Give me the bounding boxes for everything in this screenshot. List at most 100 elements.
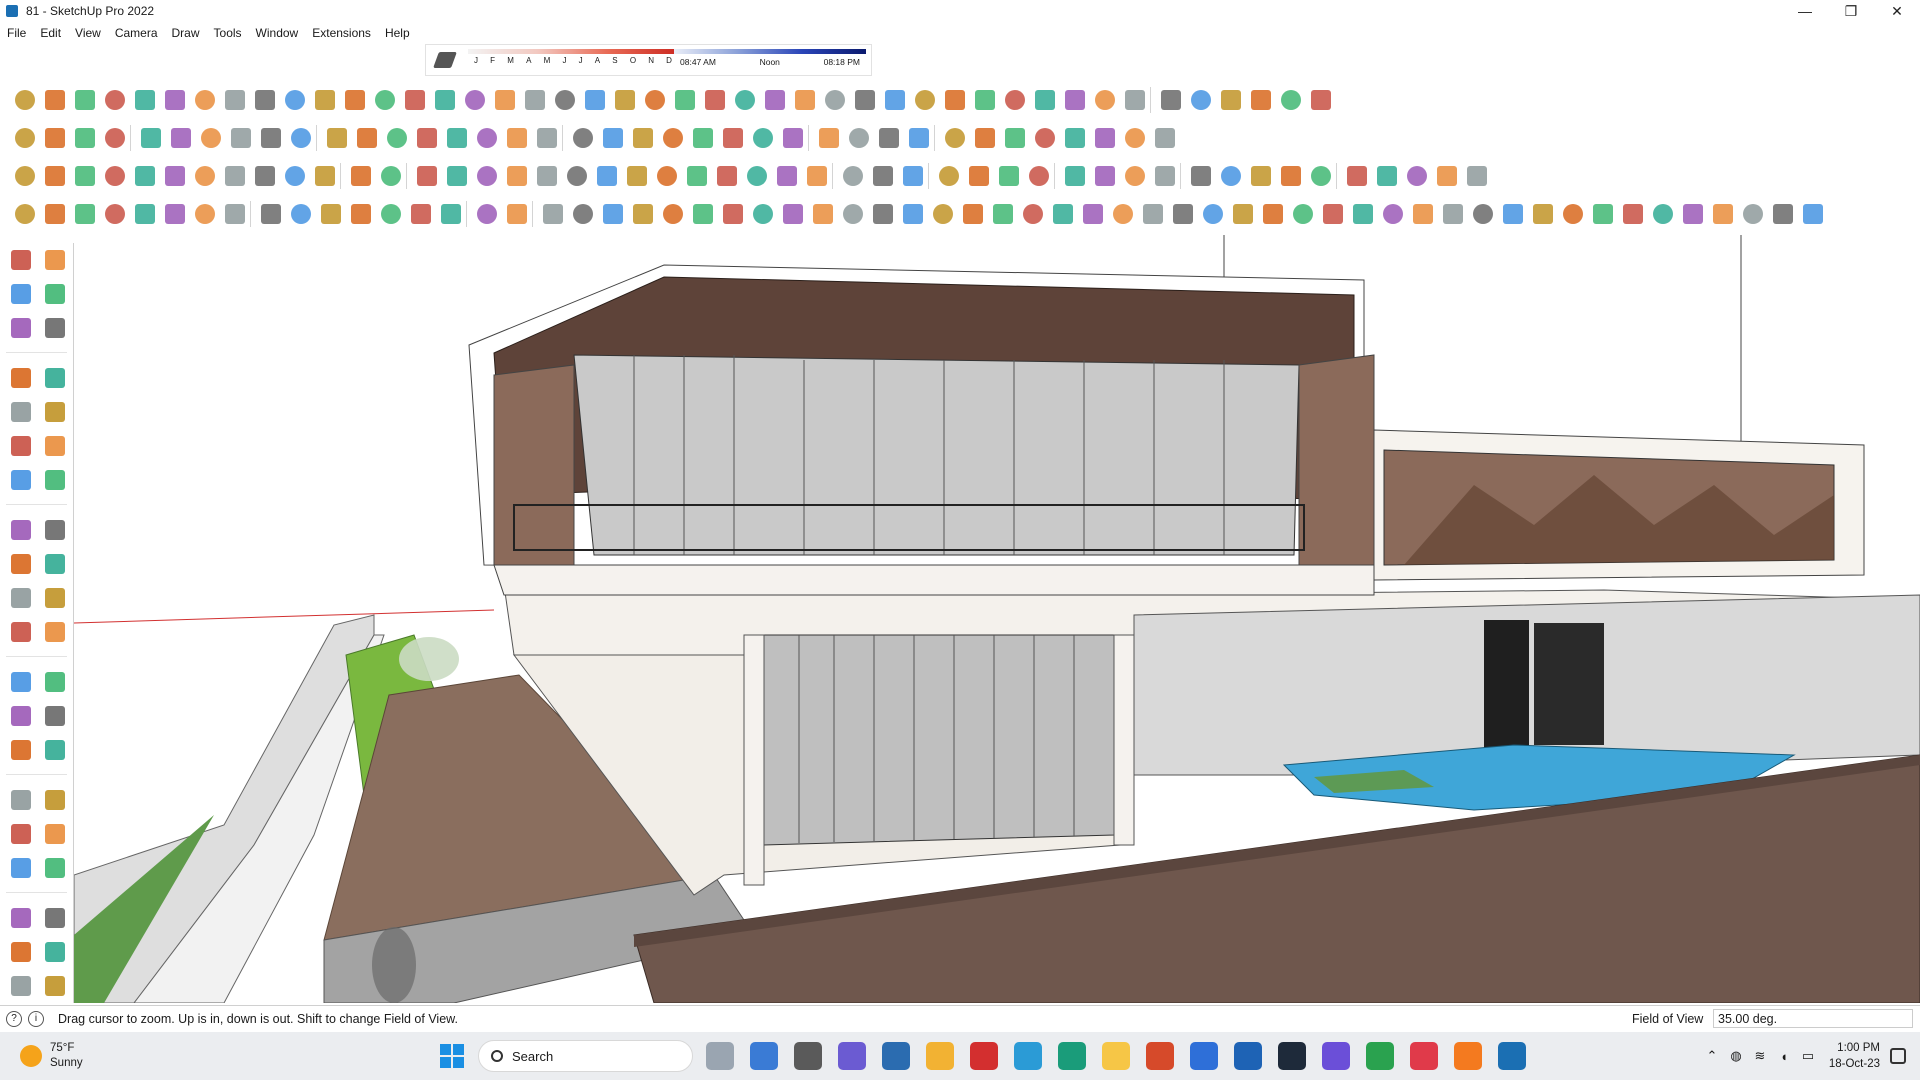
tool-icon[interactable] [4, 430, 38, 462]
toolbar-tool-icon[interactable] [1216, 85, 1246, 115]
toolbar-tool-icon[interactable] [40, 85, 70, 115]
toolbar-tool-icon[interactable] [1402, 161, 1432, 191]
toolbar-tool-icon[interactable] [874, 123, 904, 153]
toolbar-tool-icon[interactable] [748, 123, 778, 153]
tool-icon[interactable] [4, 902, 38, 934]
toolbar-tool-icon[interactable] [442, 161, 472, 191]
toolbar-tool-icon[interactable] [1150, 161, 1180, 191]
taskbar-app-icon[interactable] [1322, 1042, 1350, 1070]
toolbar-tool-icon[interactable] [130, 199, 160, 229]
taskbar-app-icon[interactable] [1498, 1042, 1526, 1070]
toolbar-tool-icon[interactable] [814, 123, 844, 153]
toolbar-tool-icon[interactable] [652, 161, 682, 191]
info-icon[interactable]: i [28, 1010, 44, 1027]
toolbar-tool-icon[interactable] [160, 85, 190, 115]
toolbar-tool-icon[interactable] [10, 85, 40, 115]
toolbar-tool-icon[interactable] [10, 161, 40, 191]
toolbar-tool-icon[interactable] [1438, 199, 1468, 229]
toolbar-tool-icon[interactable] [1168, 199, 1198, 229]
wifi-icon[interactable]: ≋ [1748, 1048, 1772, 1064]
toolbar-tool-icon[interactable] [598, 199, 628, 229]
toolbar-tool-icon[interactable] [568, 199, 598, 229]
geolocation-icon[interactable]: ? [6, 1010, 22, 1027]
toolbar-tool-icon[interactable] [988, 199, 1018, 229]
toolbar-tool-icon[interactable] [1498, 199, 1528, 229]
toolbar-tool-icon[interactable] [346, 161, 376, 191]
toolbar-tool-icon[interactable] [910, 85, 940, 115]
taskbar-app-icon[interactable] [1410, 1042, 1438, 1070]
taskbar-search[interactable]: Search [478, 1040, 693, 1072]
notification-icon[interactable] [1890, 1048, 1906, 1064]
weather-widget[interactable]: 75°F Sunny [0, 1041, 200, 1071]
taskbar-app-icon[interactable] [1058, 1042, 1086, 1070]
tool-icon[interactable] [4, 582, 38, 614]
toolbar-tool-icon[interactable] [100, 199, 130, 229]
tool-icon[interactable] [38, 936, 72, 968]
toolbar-tool-icon[interactable] [772, 161, 802, 191]
tool-icon[interactable] [38, 852, 72, 884]
toolbar-tool-icon[interactable] [730, 85, 760, 115]
toolbar-tool-icon[interactable] [640, 85, 670, 115]
volume-icon[interactable]: ◖ [1772, 1049, 1796, 1064]
toolbar-tool-icon[interactable] [532, 123, 562, 153]
toolbar-tool-icon[interactable] [160, 161, 190, 191]
network-icon[interactable]: ◍ [1724, 1048, 1748, 1064]
taskbar-app-icon[interactable] [1234, 1042, 1262, 1070]
toolbar-tool-icon[interactable] [1276, 85, 1306, 115]
toolbar-tool-icon[interactable] [1000, 123, 1030, 153]
toolbar-tool-icon[interactable] [280, 161, 310, 191]
toolbar-tool-icon[interactable] [502, 161, 532, 191]
toolbar-tool-icon[interactable] [430, 85, 460, 115]
toolbar-tool-icon[interactable] [40, 161, 70, 191]
toolbar-tool-icon[interactable] [964, 161, 994, 191]
toolbar-tool-icon[interactable] [1000, 85, 1030, 115]
taskbar-app-icon[interactable] [926, 1042, 954, 1070]
toolbar-tool-icon[interactable] [1306, 161, 1336, 191]
toolbar-tool-icon[interactable] [940, 123, 970, 153]
toolbar-tool-icon[interactable] [562, 161, 592, 191]
toolbar-tool-icon[interactable] [628, 123, 658, 153]
toolbar-tool-icon[interactable] [700, 85, 730, 115]
menu-edit[interactable]: Edit [33, 26, 68, 40]
toolbar-tool-icon[interactable] [838, 161, 868, 191]
toolbar-tool-icon[interactable] [412, 161, 442, 191]
taskbar-app-icon[interactable] [838, 1042, 866, 1070]
toolbar-tool-icon[interactable] [1186, 85, 1216, 115]
toolbar-tool-icon[interactable] [850, 85, 880, 115]
tool-icon[interactable] [4, 278, 38, 310]
tool-icon[interactable] [4, 852, 38, 884]
toolbar-tool-icon[interactable] [1738, 199, 1768, 229]
menu-help[interactable]: Help [378, 26, 417, 40]
toolbar-tool-icon[interactable] [970, 123, 1000, 153]
toolbar-tool-icon[interactable] [1348, 199, 1378, 229]
toolbar-tool-icon[interactable] [472, 123, 502, 153]
toolbar-tool-icon[interactable] [1138, 199, 1168, 229]
toolbar-tool-icon[interactable] [1378, 199, 1408, 229]
toolbar-tool-icon[interactable] [778, 123, 808, 153]
tool-icon[interactable] [38, 464, 72, 496]
toolbar-tool-icon[interactable] [928, 199, 958, 229]
toolbar-tool-icon[interactable] [100, 161, 130, 191]
toolbar-tool-icon[interactable] [220, 161, 250, 191]
toolbar-tool-icon[interactable] [196, 123, 226, 153]
taskbar-app-icon[interactable] [1454, 1042, 1482, 1070]
toolbar-tool-icon[interactable] [1558, 199, 1588, 229]
tool-icon[interactable] [38, 362, 72, 394]
toolbar-tool-icon[interactable] [1090, 85, 1120, 115]
toolbar-tool-icon[interactable] [898, 161, 928, 191]
toolbar-tool-icon[interactable] [250, 161, 280, 191]
toolbar-tool-icon[interactable] [1186, 161, 1216, 191]
tool-icon[interactable] [4, 312, 38, 344]
toolbar-tool-icon[interactable] [598, 123, 628, 153]
toolbar-tool-icon[interactable] [820, 85, 850, 115]
toolbar-tool-icon[interactable] [1462, 161, 1492, 191]
menu-draw[interactable]: Draw [165, 26, 207, 40]
toolbar-tool-icon[interactable] [1372, 161, 1402, 191]
chevron-up-icon[interactable]: ⌃ [1700, 1048, 1724, 1064]
toolbar-tool-icon[interactable] [628, 199, 658, 229]
toolbar-tool-icon[interactable] [502, 199, 532, 229]
toolbar-tool-icon[interactable] [340, 85, 370, 115]
toolbar-tool-icon[interactable] [958, 199, 988, 229]
toolbar-tool-icon[interactable] [220, 199, 250, 229]
toolbar-tool-icon[interactable] [838, 199, 868, 229]
